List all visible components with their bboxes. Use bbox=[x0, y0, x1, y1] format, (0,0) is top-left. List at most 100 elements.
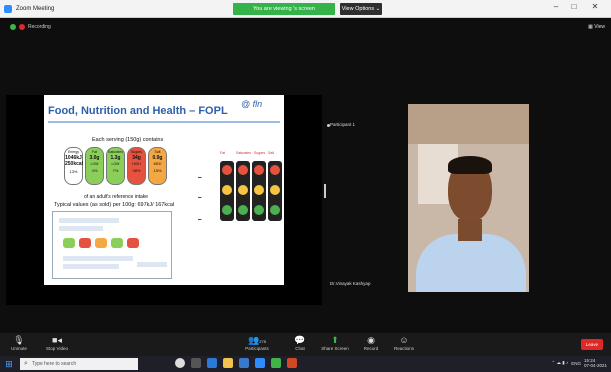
share-screen-icon: ⬆ bbox=[331, 335, 339, 345]
nutrient-level: HIGH bbox=[132, 162, 141, 166]
search-icon: ⌕ bbox=[24, 360, 28, 367]
video-button[interactable]: ■◂ Stop Video bbox=[40, 335, 74, 351]
traffic-light bbox=[252, 161, 266, 221]
windows-taskbar: ⊞ ⌕ Type here to search ⌃ ☁ ▮ ♪ ENG 15:2… bbox=[0, 356, 611, 372]
file-explorer-icon[interactable] bbox=[223, 358, 233, 368]
reactions-label: Reactions bbox=[393, 346, 414, 351]
edge-icon[interactable] bbox=[207, 358, 217, 368]
nutrient-value: 1.3g bbox=[110, 155, 121, 161]
share-label: Share Screen bbox=[321, 346, 349, 351]
serving-text: Each serving (150g) contains bbox=[92, 137, 164, 143]
recording-indicator: Recording bbox=[10, 24, 51, 30]
nutrient-level: LOW bbox=[111, 162, 120, 166]
participants-count: 275 bbox=[259, 339, 266, 344]
nutrient-badge: Fat 3.0g LOW 4% bbox=[85, 147, 104, 185]
reactions-button[interactable]: ☺ Reactions bbox=[387, 335, 421, 351]
nutrient-value: 3.0g bbox=[89, 155, 100, 161]
tray-icons[interactable]: ⌃ ☁ ▮ ♪ bbox=[551, 360, 568, 366]
record-icon: ◉ bbox=[367, 335, 375, 345]
traffic-light bbox=[220, 161, 234, 221]
participants-button[interactable]: 👥275 Participants bbox=[240, 335, 274, 351]
record-label: Record bbox=[363, 346, 379, 351]
reference-text: of an adult's reference intake bbox=[84, 194, 149, 200]
share-banner: You are viewing 's screen bbox=[233, 3, 335, 15]
nutrient-level: LOW bbox=[90, 162, 99, 166]
clock-date: 07-04-2021 bbox=[583, 363, 607, 368]
presentation-slide: Food, Nutrition and Health – FOPL @ fln … bbox=[44, 95, 284, 285]
meeting-area: Recording ▦ View Food, Nutrition and Hea… bbox=[0, 19, 611, 333]
close-button[interactable]: ✕ bbox=[588, 2, 602, 11]
nutrient-pct: 7% bbox=[112, 168, 119, 173]
nutrient-badge: Salt 0.9g MED 15% bbox=[148, 147, 167, 185]
nutrient-name: Sugars bbox=[130, 150, 143, 154]
leave-button[interactable]: Leave bbox=[581, 339, 603, 350]
nutrient-pct: 4% bbox=[91, 168, 98, 173]
traffic-light bbox=[268, 161, 282, 221]
chat-button[interactable]: 💬 Chat bbox=[283, 335, 317, 351]
nutrient-name: Fat bbox=[91, 150, 98, 154]
nutrient-pct: 13% bbox=[69, 169, 78, 174]
word-icon[interactable] bbox=[239, 358, 249, 368]
nutrient-badge: Saturates 1.3g LOW 7% bbox=[106, 147, 125, 185]
split-view-handle[interactable] bbox=[324, 184, 326, 198]
nutrient-value: 1046kJ 250kcal bbox=[65, 155, 84, 167]
video-label: Stop Video bbox=[46, 346, 68, 351]
nutrient-level: MED bbox=[153, 162, 162, 166]
nutrient-value: 0.9g bbox=[152, 155, 163, 161]
nutrient-badge: Energy 1046kJ 250kcal 13% bbox=[64, 147, 83, 185]
windows-start-icon[interactable]: ⊞ bbox=[3, 358, 15, 370]
nutrient-name: Energy bbox=[67, 150, 80, 154]
record-button[interactable]: ◉ Record bbox=[354, 335, 388, 351]
zoom-window: Zoom Meeting You are viewing 's screen V… bbox=[0, 0, 611, 372]
nutrient-name: Saturates bbox=[108, 150, 123, 154]
traffic-label: Salt bbox=[268, 151, 275, 155]
mute-label: Unmute bbox=[11, 346, 27, 351]
window-title: Zoom Meeting bbox=[16, 5, 55, 12]
view-options-button[interactable]: View Options ⌄ bbox=[340, 3, 382, 15]
taskbar-search[interactable]: ⌕ Type here to search bbox=[20, 358, 138, 370]
participants-label: Participants bbox=[245, 346, 269, 351]
traffic-light bbox=[236, 161, 250, 221]
typical-values-text: Typical values (as sold) per 100g: 697kJ… bbox=[54, 202, 175, 208]
shared-screen: Food, Nutrition and Health – FOPL @ fln … bbox=[6, 95, 322, 305]
traffic-label: Saturates bbox=[236, 151, 251, 155]
view-button[interactable]: ▦ View bbox=[588, 24, 605, 30]
clock[interactable]: 15:24 07-04-2021 bbox=[584, 358, 607, 368]
powerpoint-icon[interactable] bbox=[287, 358, 297, 368]
slide-divider bbox=[48, 121, 280, 123]
sample-label-illustration bbox=[52, 211, 172, 279]
microphone-muted-icon: 🎙 bbox=[13, 335, 25, 345]
camera-icon: ■◂ bbox=[52, 335, 62, 345]
system-tray: ⌃ ☁ ▮ ♪ ENG 15:24 07-04-2021 bbox=[551, 358, 607, 368]
language-indicator[interactable]: ENG bbox=[571, 361, 581, 366]
nutrition-label-row: Energy 1046kJ 250kcal 13% Fat 3.0g LOW 4… bbox=[64, 147, 167, 185]
participants-icon: 👥275 bbox=[248, 335, 266, 345]
slide-logo: @ fln bbox=[241, 99, 263, 109]
view-label: View bbox=[594, 24, 605, 30]
share-screen-button[interactable]: ⬆ Share Screen bbox=[318, 335, 352, 351]
nutrient-badge: Sugars 34g HIGH 38% bbox=[127, 147, 146, 185]
chrome-icon[interactable] bbox=[271, 358, 281, 368]
nutrient-value: 34g bbox=[132, 155, 141, 161]
task-view-icon[interactable] bbox=[191, 358, 201, 368]
traffic-light-graphic: ▬ ▬ ▬ Fat Saturates Sugars Salt bbox=[198, 147, 282, 243]
pinned-apps bbox=[175, 358, 297, 368]
chat-icon: 💬 bbox=[294, 335, 306, 345]
maximize-button[interactable]: □ bbox=[567, 2, 581, 11]
meeting-toolbar: 🎙 Unmute ■◂ Stop Video 👥275 Participants… bbox=[0, 333, 611, 356]
nutrient-pct: 15% bbox=[153, 168, 162, 173]
shield-icon bbox=[10, 24, 16, 30]
zoom-icon[interactable] bbox=[255, 358, 265, 368]
record-dot-icon bbox=[19, 24, 25, 30]
cortana-icon[interactable] bbox=[175, 358, 185, 368]
slide-title: Food, Nutrition and Health – FOPL bbox=[48, 105, 228, 117]
minimize-button[interactable]: – bbox=[549, 2, 563, 11]
traffic-label: Fat bbox=[220, 151, 226, 155]
chat-label: Chat bbox=[295, 346, 305, 351]
recording-label: Recording bbox=[28, 24, 51, 30]
participant-video[interactable] bbox=[408, 104, 529, 292]
nutrient-name: Salt bbox=[154, 150, 161, 154]
nutrient-pct: 38% bbox=[132, 168, 141, 173]
search-placeholder: Type here to search bbox=[31, 361, 77, 367]
mute-button[interactable]: 🎙 Unmute bbox=[2, 335, 36, 351]
